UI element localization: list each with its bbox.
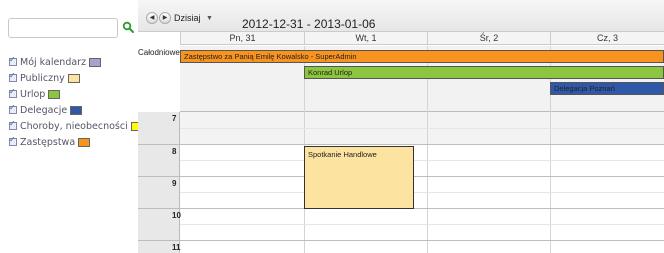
- checkbox[interactable]: [9, 103, 17, 114]
- checkbox[interactable]: [9, 119, 17, 130]
- column-divider: [550, 112, 551, 253]
- color-swatch: [67, 73, 80, 83]
- half-hour-line: [180, 160, 664, 161]
- hour-label-7: 7: [172, 114, 177, 123]
- calendar-toolbar: ◀ ▶ Dzisiaj ▼ 2012-12-31 - 2013-01-06: [138, 0, 664, 32]
- calendar-label: Delegacje: [20, 104, 68, 116]
- chevron-down-icon[interactable]: ▼: [206, 15, 213, 22]
- calendar-item-zastepstwa[interactable]: Zastępstwa: [9, 134, 143, 150]
- day-header-pn[interactable]: Pn, 31: [180, 32, 304, 45]
- column-divider: [427, 112, 428, 253]
- date-range-title: 2012-12-31 - 2013-01-06: [242, 17, 376, 31]
- event-spotkanie-handlowe[interactable]: Spotkanie Handlowe: [304, 146, 414, 209]
- calendar-label: Zastępstwa: [20, 136, 76, 148]
- calendar-item-moj-kalendarz[interactable]: Mój kalendarz: [9, 54, 143, 70]
- calendar-label: Mój kalendarz: [20, 56, 87, 68]
- half-hour-line: [180, 192, 664, 193]
- color-swatch: [89, 57, 102, 67]
- hour-line: [138, 240, 664, 241]
- checkbox[interactable]: [9, 55, 17, 66]
- hour-label-8: 8: [172, 147, 177, 156]
- calendar-item-publiczny[interactable]: Publiczny: [9, 70, 143, 86]
- prev-week-button[interactable]: ◀: [146, 12, 158, 24]
- calendar-item-urlop[interactable]: Urlop: [9, 86, 143, 102]
- half-hour-line: [180, 224, 664, 225]
- checkbox[interactable]: [9, 87, 17, 98]
- allday-label: Całodniowe: [138, 48, 180, 57]
- day-header-cz[interactable]: Cz, 3: [550, 32, 664, 45]
- calendar-list: Mój kalendarz Publiczny Urlop Delegacje …: [9, 54, 143, 150]
- checkbox[interactable]: [9, 135, 17, 146]
- allday-event-konrad-urlop[interactable]: Konrad Urlop: [304, 66, 664, 79]
- today-button[interactable]: Dzisiaj: [174, 13, 201, 23]
- hour-label-9: 9: [172, 179, 177, 188]
- calendar-label: Publiczny: [20, 72, 65, 84]
- hour-line: [138, 144, 664, 145]
- week-calendar: ◀ ▶ Dzisiaj ▼ 2012-12-31 - 2013-01-06 Pn…: [138, 0, 664, 253]
- allday-event-delegacja[interactable]: Delegacja Poznań: [550, 82, 664, 95]
- hour-label-10: 10: [172, 211, 181, 220]
- allday-event-zastepstwo[interactable]: Zastępstwo za Panią Emilę Kowalsko - Sup…: [180, 50, 664, 63]
- calendar-label: Urlop: [20, 88, 46, 100]
- half-hour-line: [180, 128, 664, 129]
- calendar-item-delegacje[interactable]: Delegacje: [9, 102, 143, 118]
- calendar-item-choroby[interactable]: Choroby, nieobecności: [9, 118, 143, 134]
- color-swatch: [78, 137, 91, 147]
- search-icon[interactable]: [122, 21, 134, 33]
- day-header-wt[interactable]: Wt, 1: [304, 32, 427, 45]
- calendar-label: Choroby, nieobecności: [20, 120, 128, 132]
- checkbox[interactable]: [9, 71, 17, 82]
- search-input[interactable]: [8, 18, 118, 38]
- calendar-sidebar: Mój kalendarz Publiczny Urlop Delegacje …: [0, 0, 143, 253]
- hour-label-11: 11: [172, 243, 181, 252]
- next-week-button[interactable]: ▶: [159, 12, 171, 24]
- color-swatch: [70, 105, 83, 115]
- day-header-sr[interactable]: Śr, 2: [427, 32, 550, 45]
- color-swatch: [48, 89, 61, 99]
